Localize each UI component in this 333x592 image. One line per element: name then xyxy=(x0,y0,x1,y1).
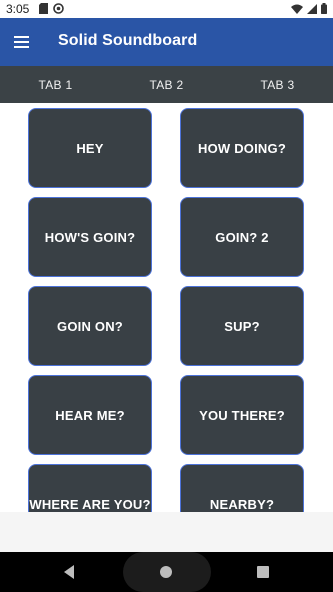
tab-2[interactable]: TAB 2 xyxy=(111,66,222,103)
wifi-icon xyxy=(291,3,303,17)
sound-button-where-are-you[interactable]: WHERE ARE YOU? xyxy=(28,464,152,512)
at-sign-icon xyxy=(53,3,64,17)
app-title: Solid Soundboard xyxy=(58,32,198,49)
sound-button-hear-me[interactable]: HEAR ME? xyxy=(28,375,152,455)
sound-button-hey[interactable]: HEY xyxy=(28,108,152,188)
status-bar: 3:05 xyxy=(0,0,333,18)
tab-label: TAB 2 xyxy=(149,77,184,92)
signal-icon xyxy=(307,3,317,17)
soundboard-content[interactable]: HEY HOW DOING? HOW'S GOIN? GOIN? 2 GOIN … xyxy=(0,103,333,512)
sd-card-icon xyxy=(39,3,48,17)
footer-strip xyxy=(0,512,333,552)
sound-button-nearby[interactable]: NEARBY? xyxy=(180,464,304,512)
home-icon[interactable] xyxy=(160,566,172,578)
tab-label: TAB 3 xyxy=(260,77,295,92)
sound-button-goin-on[interactable]: GOIN ON? xyxy=(28,286,152,366)
sound-button-you-there[interactable]: YOU THERE? xyxy=(180,375,304,455)
tab-1[interactable]: TAB 1 xyxy=(0,66,111,103)
app-bar: Solid Soundboard xyxy=(0,18,333,66)
tab-3[interactable]: TAB 3 xyxy=(222,66,333,103)
tab-label: TAB 1 xyxy=(38,77,73,92)
system-nav-bar xyxy=(0,552,333,592)
sound-button-how-doing[interactable]: HOW DOING? xyxy=(180,108,304,188)
battery-icon xyxy=(321,3,327,17)
sound-button-grid: HEY HOW DOING? HOW'S GOIN? GOIN? 2 GOIN … xyxy=(28,108,304,512)
sound-button-goin-2[interactable]: GOIN? 2 xyxy=(180,197,304,277)
hamburger-menu-icon[interactable] xyxy=(12,32,34,52)
recents-icon[interactable] xyxy=(257,566,269,578)
status-time: 3:05 xyxy=(6,2,30,16)
sound-button-sup[interactable]: SUP? xyxy=(180,286,304,366)
back-icon[interactable] xyxy=(62,564,76,580)
sound-button-hows-goin[interactable]: HOW'S GOIN? xyxy=(28,197,152,277)
tab-bar: TAB 1 TAB 2 TAB 3 xyxy=(0,66,333,103)
